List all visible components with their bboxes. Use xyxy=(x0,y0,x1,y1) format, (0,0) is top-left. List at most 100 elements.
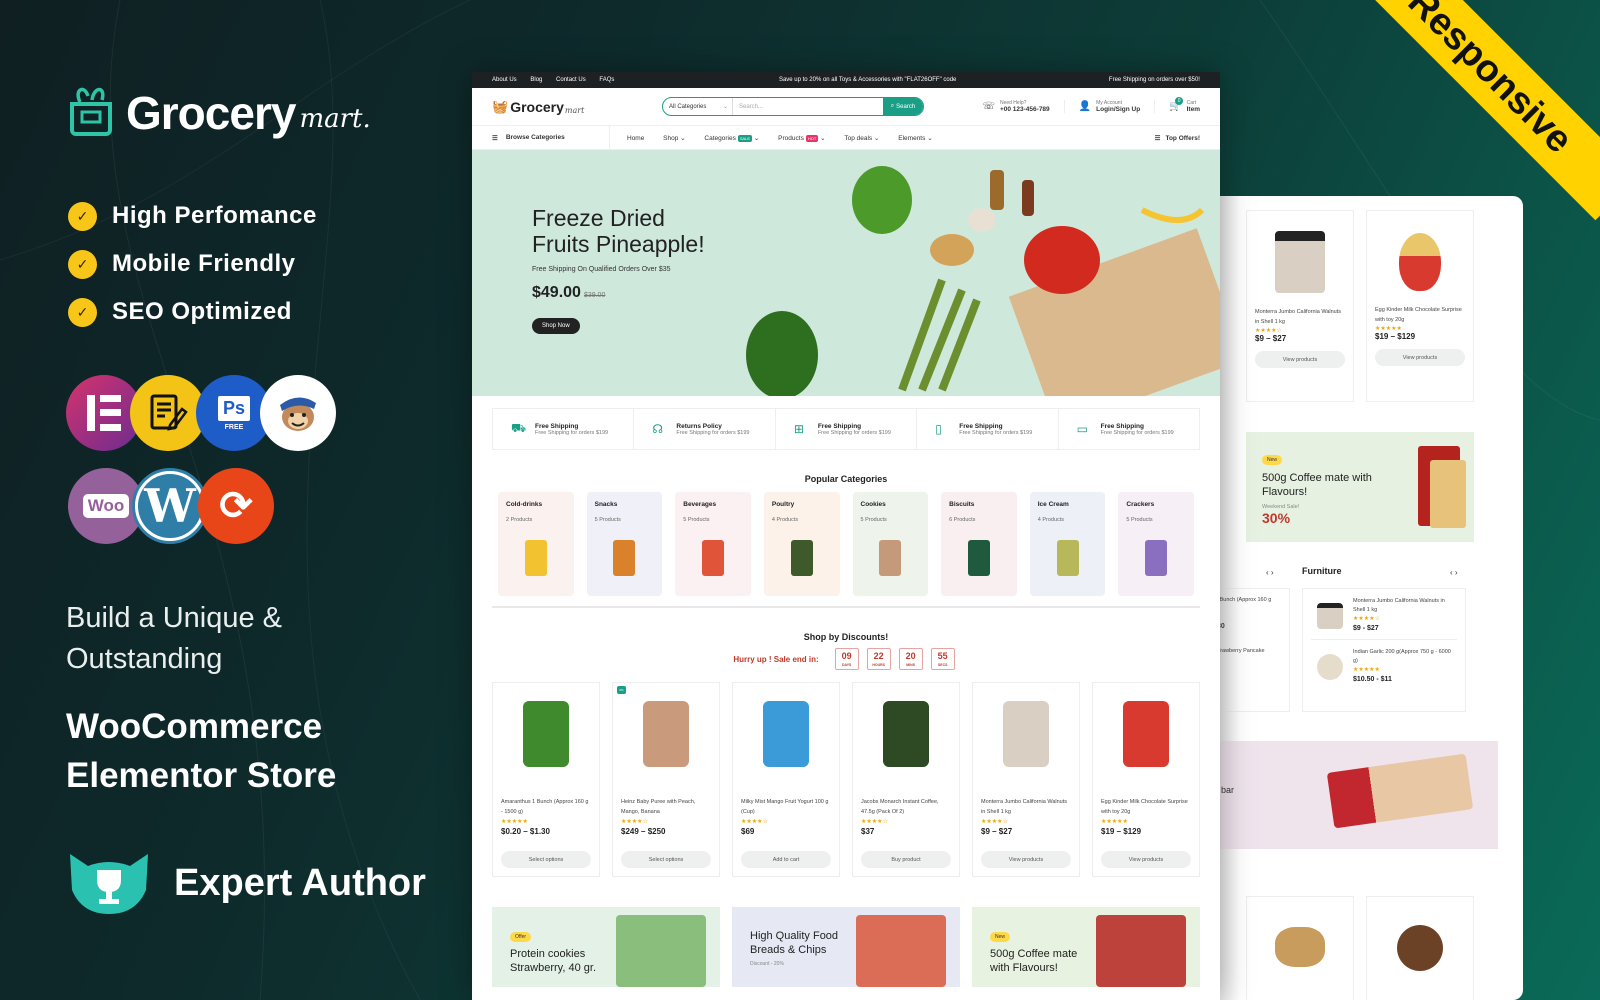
service-title: Free Shipping xyxy=(817,422,862,430)
cart-button[interactable]: 🛒 0 Cart Item xyxy=(1154,97,1200,113)
faqs-link[interactable]: FAQs xyxy=(599,77,614,83)
category-select[interactable]: All Categories ⌄ xyxy=(663,98,733,115)
product-action-button[interactable]: Select options xyxy=(621,851,711,868)
list-item[interactable]: Indian Garlic 200 g(Approx 750 g - 6000 … xyxy=(1303,640,1465,690)
product-name[interactable]: Jacobs Monarch Instant Coffee, 47.5g (Pa… xyxy=(861,797,951,817)
chevron-down-icon: ⌄ xyxy=(927,134,933,142)
category-count: 4 Products xyxy=(1037,517,1065,523)
nav-label: Elements xyxy=(898,134,926,142)
hot-badge: HOT xyxy=(805,134,819,142)
product-image[interactable] xyxy=(523,701,569,767)
chevron-down-icon: ⌄ xyxy=(722,104,728,110)
category-card[interactable]: Cookies 5 Products xyxy=(852,492,929,596)
hero-vegetables-image xyxy=(746,166,1220,396)
product-card[interactable]: Milky Mist Mango Fruit Yogurt 100 g (Cup… xyxy=(732,682,840,877)
promo-banners: Offer Protein cookies Strawberry, 40 gr.… xyxy=(492,907,1200,987)
product-name[interactable]: Monterra Jumbo California Walnuts in She… xyxy=(1353,597,1457,615)
product-image[interactable] xyxy=(883,701,929,767)
product-image[interactable] xyxy=(643,701,689,767)
product-action-button[interactable]: View products xyxy=(1101,851,1191,868)
banner-title: 500g Coffee mate with Flavours! xyxy=(990,948,1078,974)
potato-image xyxy=(1275,927,1325,967)
promo-banner[interactable]: Offer Protein cookies Strawberry, 40 gr. xyxy=(492,907,720,987)
product-name[interactable]: Indian Garlic 200 g(Approx 750 g - 6000 … xyxy=(1353,648,1457,666)
product-action-button[interactable]: Buy product xyxy=(861,851,951,868)
product-card[interactable]: Amaranthus 1 Bunch (Approx 160 g - 1500 … xyxy=(492,682,600,877)
product-name[interactable]: Egg Kinder Milk Chocolate Surprise with … xyxy=(1375,305,1465,325)
timer-value: 22 xyxy=(873,651,884,661)
list-item[interactable]: Monterra Jumbo California Walnuts in She… xyxy=(1303,589,1465,639)
rating-stars: ★★★★★ xyxy=(1101,819,1128,825)
product-name[interactable]: Heinz Baby Puree with Peach, Mango, Bana… xyxy=(621,797,711,817)
help-contact[interactable]: ☏ Need Help? +00 123-456-789 xyxy=(982,100,1049,113)
category-card[interactable]: Poultry 4 Products xyxy=(763,492,840,596)
hero-title: Freeze Dried Fruits Pineapple! xyxy=(532,205,705,257)
product-image[interactable] xyxy=(1003,701,1049,767)
category-card[interactable]: Cold-drinks 2 Products xyxy=(498,492,574,596)
category-card[interactable]: Snacks 5 Products xyxy=(586,492,663,596)
product-card[interactable]: 0% Heinz Baby Puree with Peach, Mango, B… xyxy=(612,682,720,877)
contact-link[interactable]: Contact Us xyxy=(556,77,586,83)
carousel-arrows[interactable]: ‹ › xyxy=(1266,568,1274,577)
search-button[interactable]: ⌕ Search xyxy=(883,98,923,115)
category-card[interactable]: Beverages 5 Products xyxy=(675,492,751,596)
coffee-banner[interactable]: New 500g Coffee mate with Flavours! Week… xyxy=(1246,432,1474,542)
category-image xyxy=(967,540,990,576)
site-logo[interactable]: 🧺 Grocery mart xyxy=(492,99,662,115)
product-card[interactable] xyxy=(1366,896,1474,1000)
product-action-button[interactable]: Select options xyxy=(501,851,591,868)
nav-shop[interactable]: Shop ⌄ xyxy=(663,135,685,142)
nav-home[interactable]: Home xyxy=(627,135,644,142)
product-name[interactable]: Milky Mist Mango Fruit Yogurt 100 g (Cup… xyxy=(741,797,831,817)
carousel-arrows[interactable]: ‹ › xyxy=(1450,568,1458,577)
category-card[interactable]: Ice Cream 4 Products xyxy=(1029,492,1106,596)
search-input[interactable]: Search... xyxy=(733,104,883,110)
product-card[interactable] xyxy=(1246,896,1354,1000)
about-link[interactable]: About Us xyxy=(492,77,517,83)
view-products-button[interactable]: View products xyxy=(1375,349,1465,366)
promo-banner[interactable]: New 500g Coffee mate with Flavours! xyxy=(972,907,1200,987)
service-item: ⊞ Free Shipping Free Shipping for orders $… xyxy=(776,409,918,449)
product-name[interactable]: Amaranthus 1 Bunch (Approx 160 g - 1500 … xyxy=(501,797,591,817)
product-action-button[interactable]: View products xyxy=(981,851,1071,868)
product-card[interactable]: Egg Kinder Milk Chocolate Surprise with … xyxy=(1366,210,1474,402)
shop-now-button[interactable]: Shop Now xyxy=(532,318,580,334)
product-image[interactable] xyxy=(1123,701,1169,767)
top-offers-link[interactable]: ☰ Top Offers! xyxy=(1155,134,1200,142)
product-action-button[interactable]: Add to cart xyxy=(741,851,831,868)
view-products-button[interactable]: View products xyxy=(1255,351,1345,368)
category-count: 6 Products xyxy=(949,517,976,523)
nav-products[interactable]: Products HOT ⌄ xyxy=(778,134,826,142)
blog-link[interactable]: Blog xyxy=(530,77,542,83)
category-name: Snacks xyxy=(594,501,618,508)
product-name[interactable]: Monterra Jumbo California Walnuts in She… xyxy=(981,797,1071,817)
hero-banner: Freeze Dried Fruits Pineapple! Free Shipp… xyxy=(472,150,1220,396)
cart-items: Item xyxy=(1186,106,1200,113)
nav-top-deals[interactable]: Top deals ⌄ xyxy=(844,135,879,142)
product-card[interactable]: Jacobs Monarch Instant Coffee, 47.5g (Pa… xyxy=(852,682,960,877)
account-link[interactable]: 👤 My Account Login/Sign Up xyxy=(1063,100,1140,113)
timer-unit: SECS xyxy=(937,663,948,667)
product-card[interactable]: Egg Kinder Milk Chocolate Surprise with … xyxy=(1092,682,1200,877)
nav-categories[interactable]: Categories SALE ⌄ xyxy=(704,134,759,142)
top-links: About Us Blog Contact Us FAQs xyxy=(492,77,626,83)
category-card[interactable]: Crackers 5 Products xyxy=(1118,492,1194,596)
product-card[interactable]: Monterra Jumbo California Walnuts in She… xyxy=(972,682,1080,877)
grocery-basket-icon xyxy=(70,87,112,136)
banner-title: Protein cookies Strawberry, 40 gr. xyxy=(510,948,596,974)
category-count: 4 Products xyxy=(771,517,799,523)
category-count: 5 Products xyxy=(594,517,621,523)
promo-banner[interactable]: High Quality Food Breads & Chips Discoun… xyxy=(732,907,960,987)
product-name[interactable]: Egg Kinder Milk Chocolate Surprise with … xyxy=(1101,797,1191,817)
category-card[interactable]: Biscuits 6 Products xyxy=(941,492,1017,596)
browse-categories-button[interactable]: ☰ Browse Categories xyxy=(492,126,610,149)
product-image[interactable] xyxy=(763,701,809,767)
service-desc: Free Shipping for orders $199 xyxy=(959,429,1033,436)
category-name: Crackers xyxy=(1126,501,1155,508)
nav-elements[interactable]: Elements ⌄ xyxy=(898,135,932,142)
furniture-list: Monterra Jumbo California Walnuts in She… xyxy=(1302,588,1466,712)
banner-tag: New xyxy=(990,932,1011,942)
wafer-banner[interactable]: t s bar xyxy=(1210,741,1498,849)
product-name[interactable]: Monterra Jumbo California Walnuts in She… xyxy=(1255,307,1345,327)
product-card[interactable]: Monterra Jumbo California Walnuts in She… xyxy=(1246,210,1354,402)
